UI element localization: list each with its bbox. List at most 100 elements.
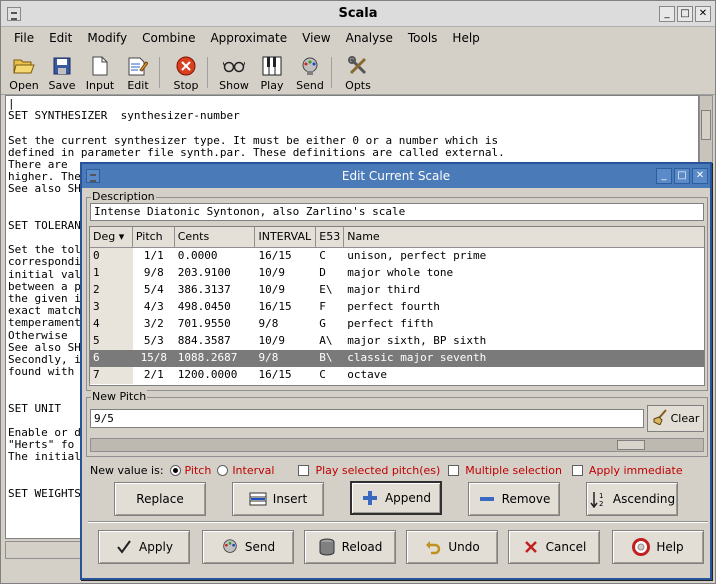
cell-pitch: 2/1: [143, 368, 164, 381]
input-button[interactable]: Input: [81, 51, 119, 94]
new-pitch-input[interactable]: 9/5: [90, 409, 644, 428]
cell-interval: 10/9: [258, 266, 285, 279]
text-line: [8, 122, 696, 134]
menu-combine[interactable]: Combine: [135, 28, 203, 48]
apply-immediate-checkbox[interactable]: [571, 464, 583, 476]
cell-deg: 7: [90, 367, 133, 384]
cell-interval: 16/15: [258, 300, 292, 313]
remove-button[interactable]: Remove: [468, 482, 560, 516]
cell-pitch: 5/3: [143, 334, 164, 347]
cell-pitch: 9/8: [143, 266, 164, 279]
cell-e53: F: [319, 300, 326, 313]
interval-radio[interactable]: [217, 464, 229, 476]
menu-bar: File Edit Modify Combine Approximate View Anal…: [1, 28, 715, 48]
menu-edit[interactable]: Edit: [42, 28, 80, 48]
insert-row-icon: [249, 490, 267, 508]
cell-deg: 3: [90, 299, 133, 316]
pitch-radio[interactable]: [169, 464, 181, 476]
column-cents[interactable]: Cents: [175, 227, 256, 247]
menu-file[interactable]: File: [7, 28, 42, 48]
table-header: Deg ▾ Pitch Cents INTERVAL E53 Name: [90, 227, 704, 248]
append-button[interactable]: Append: [350, 481, 442, 515]
menu-tools[interactable]: Tools: [401, 28, 446, 48]
clear-button[interactable]: Clear: [647, 405, 704, 432]
cancel-x-icon: [522, 538, 540, 556]
table-row[interactable]: 0 1/1 0.0000 16/15 Cunison, perfect prime: [90, 248, 704, 265]
reload-button[interactable]: Reload: [304, 530, 396, 564]
open-button[interactable]: Open: [5, 51, 43, 94]
show-button[interactable]: Show: [215, 51, 253, 94]
cell-pitch: 15/8: [140, 351, 168, 364]
menu-modify[interactable]: Modify: [80, 28, 135, 48]
lifebuoy-icon: [632, 538, 651, 556]
table-row[interactable]: 2 5/4 386.3137 10/9 E\ major third: [90, 282, 704, 299]
cell-pitch: 4/3: [143, 300, 164, 313]
cell-cents: 1088.2687: [177, 351, 238, 364]
floppy-icon: [51, 55, 73, 77]
cancel-button[interactable]: Cancel: [508, 530, 600, 564]
minimize-icon[interactable]: _: [659, 6, 675, 22]
cell-deg: 0: [90, 248, 133, 265]
table-row[interactable]: 7 2/1 1200.0000 16/15 Coctave: [90, 367, 704, 384]
cell-cents: 386.3137: [177, 283, 231, 296]
cell-name: octave: [347, 368, 387, 381]
save-button[interactable]: Save: [43, 51, 81, 94]
tools-icon: [347, 55, 369, 77]
maximize-icon[interactable]: □: [677, 6, 693, 22]
column-interval[interactable]: INTERVAL: [255, 227, 317, 247]
dialog-maximize-icon[interactable]: □: [674, 168, 690, 184]
table-row[interactable]: 4 3/2 701.9550 9/8 Gperfect fifth: [90, 316, 704, 333]
cell-name: unison, perfect prime: [347, 249, 487, 262]
edit-scale-dialog: Edit Current Scale _ □ ✕ Description Int…: [80, 162, 712, 580]
cell-interval: 10/9: [258, 283, 285, 296]
menu-view[interactable]: View: [295, 28, 338, 48]
ascending-button[interactable]: 12 Ascending: [586, 482, 678, 516]
undo-button[interactable]: Undo: [406, 530, 498, 564]
column-pitch[interactable]: Pitch: [133, 227, 175, 247]
opts-button[interactable]: Opts: [339, 51, 377, 94]
sort-ascending-icon: 12: [589, 490, 607, 508]
play-selected-checkbox[interactable]: [298, 464, 310, 476]
close-icon[interactable]: ✕: [695, 6, 711, 22]
replace-button[interactable]: Replace: [114, 482, 206, 516]
window-title: Scala: [338, 6, 378, 21]
multiple-selection-checkbox[interactable]: [448, 464, 460, 476]
apply-button[interactable]: Apply: [98, 530, 190, 564]
dialog-minimize-icon[interactable]: _: [656, 168, 672, 184]
play-button[interactable]: Play: [253, 51, 291, 94]
cell-name: major third: [347, 283, 421, 296]
broom-icon: [652, 409, 668, 428]
cell-e53: D: [319, 266, 326, 279]
cell-e53: A\: [319, 334, 333, 347]
dialog-titlebar[interactable]: Edit Current Scale _ □ ✕: [82, 164, 710, 188]
pitch-slider[interactable]: [90, 438, 704, 452]
undo-arrow-icon: [424, 538, 442, 556]
toolbar: Open Save Input Edit Stop Show Play Send…: [1, 51, 715, 95]
send-button[interactable]: Send: [291, 51, 329, 94]
column-name[interactable]: Name: [344, 227, 704, 247]
menu-analyse[interactable]: Analyse: [339, 28, 401, 48]
table-row[interactable]: 1 9/8 203.9100 10/9 Dmajor whole tone: [90, 265, 704, 282]
table-row[interactable]: 3 4/3 498.0450 16/15 Fperfect fourth: [90, 299, 704, 316]
svg-text:2: 2: [599, 500, 603, 508]
cell-pitch: 1/1: [143, 249, 164, 262]
cell-interval: 9/8: [258, 317, 279, 330]
insert-button[interactable]: Insert: [232, 482, 324, 516]
cell-cents: 884.3587: [177, 334, 231, 347]
description-input[interactable]: Intense Diatonic Syntonon, also Zarlino'…: [90, 203, 704, 221]
column-e53[interactable]: E53: [316, 227, 345, 247]
table-row[interactable]: 6 15/8 1088.2687 9/8 B\ classic major seventh: [90, 350, 704, 367]
table-row[interactable]: 5 5/3 884.3587 10/9 A\ major sixth, BP sixth: [90, 333, 704, 350]
text-line: defined in parameter file synth.par. The…: [8, 145, 505, 159]
menu-approximate[interactable]: Approximate: [203, 28, 295, 48]
slider-thumb[interactable]: [617, 440, 645, 450]
help-button[interactable]: Help: [612, 530, 704, 564]
dialog-send-button[interactable]: Send: [202, 530, 294, 564]
column-deg[interactable]: Deg ▾: [90, 227, 133, 247]
cell-interval: 9/8: [258, 351, 279, 364]
main-titlebar[interactable]: Scala _ □ ✕: [1, 1, 715, 27]
menu-help[interactable]: Help: [445, 28, 487, 48]
stop-button[interactable]: Stop: [167, 51, 205, 94]
dialog-close-icon[interactable]: ✕: [692, 168, 708, 184]
edit-button[interactable]: Edit: [119, 51, 157, 94]
